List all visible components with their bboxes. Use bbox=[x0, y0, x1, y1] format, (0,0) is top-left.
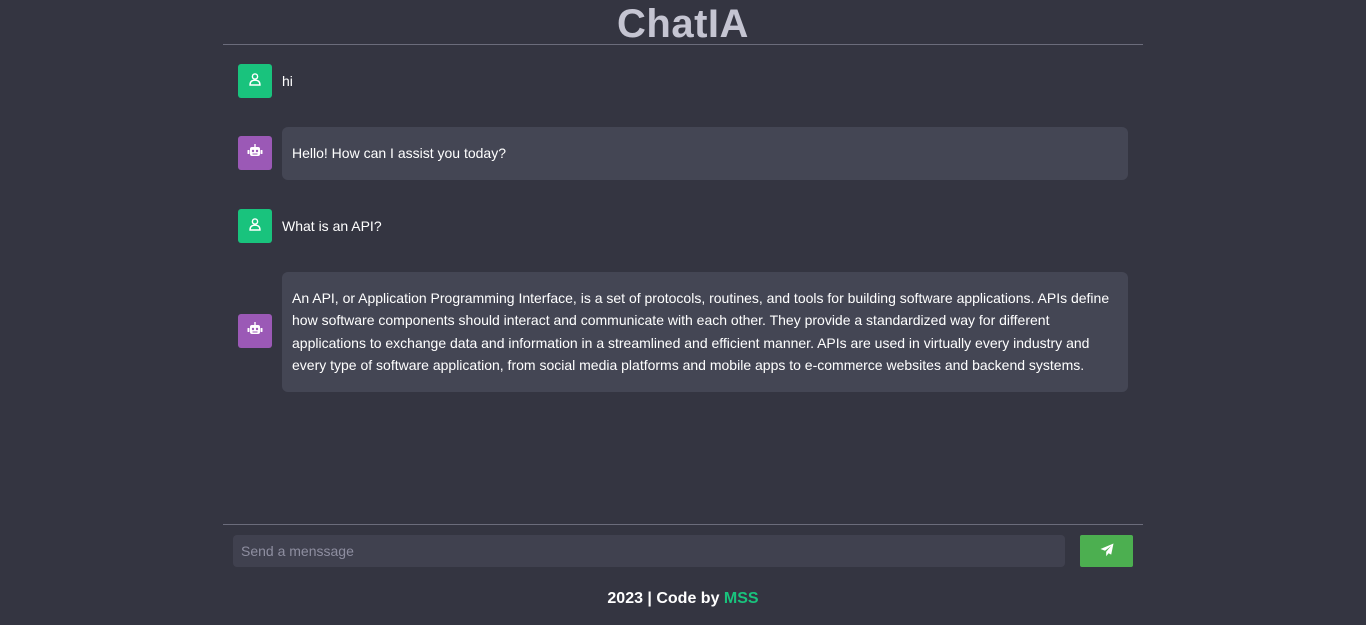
user-avatar bbox=[238, 64, 272, 98]
user-message: What is an API? bbox=[238, 209, 1128, 243]
footer-prefix: 2023 | Code by bbox=[607, 590, 724, 607]
chat-app: ChatIA hi Hello! How can I assist you to… bbox=[0, 0, 1366, 625]
app-title: ChatIA bbox=[617, 2, 749, 46]
send-button[interactable] bbox=[1080, 535, 1133, 567]
user-icon bbox=[248, 217, 262, 236]
robot-icon bbox=[247, 143, 263, 163]
message-text: What is an API? bbox=[282, 218, 382, 234]
composer-divider bbox=[223, 524, 1143, 525]
robot-icon bbox=[247, 321, 263, 341]
message-text: hi bbox=[282, 73, 293, 89]
footer-credit: 2023 | Code by MSS bbox=[0, 590, 1366, 608]
message-input[interactable] bbox=[233, 535, 1065, 567]
bot-avatar bbox=[238, 136, 272, 170]
message-bubble: An API, or Application Programming Inter… bbox=[282, 272, 1128, 392]
author-link[interactable]: MSS bbox=[724, 590, 759, 607]
user-message: hi bbox=[238, 64, 1128, 98]
paper-plane-icon bbox=[1100, 543, 1114, 560]
bot-avatar bbox=[238, 314, 272, 348]
user-avatar bbox=[238, 209, 272, 243]
assistant-message: Hello! How can I assist you today? bbox=[238, 127, 1128, 180]
message-bubble: Hello! How can I assist you today? bbox=[282, 127, 1128, 180]
user-icon bbox=[248, 72, 262, 91]
assistant-message: An API, or Application Programming Inter… bbox=[238, 272, 1128, 392]
header-divider bbox=[223, 44, 1143, 45]
